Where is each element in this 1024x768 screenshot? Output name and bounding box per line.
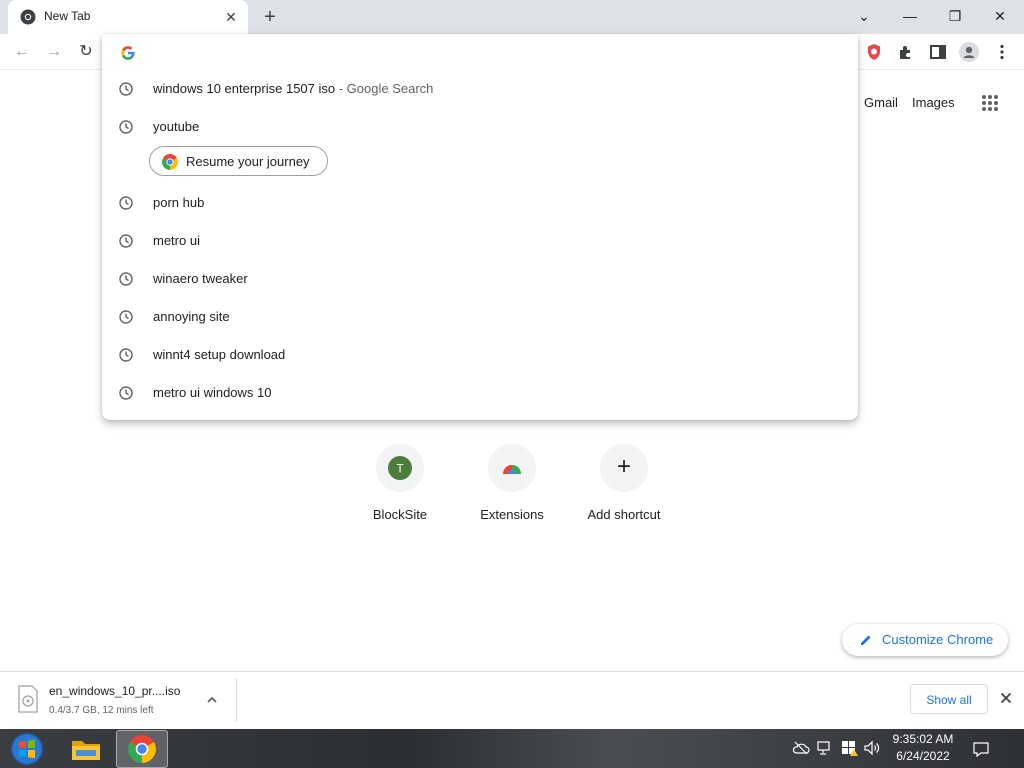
shortcut-label: Add shortcut — [587, 507, 661, 522]
more-menu-icon[interactable] — [992, 42, 1012, 62]
customize-chrome-button[interactable]: Customize Chrome — [842, 624, 1008, 656]
chrome-logo-icon — [20, 9, 36, 25]
tab-search-button[interactable]: ⌄ — [850, 4, 878, 28]
google-g-icon — [121, 46, 135, 60]
windows-start-icon[interactable] — [8, 731, 46, 767]
side-panel-icon[interactable] — [928, 42, 948, 62]
omnibox-suggestion[interactable]: metro ui — [102, 222, 858, 260]
shortcut-add[interactable]: + Add shortcut — [574, 444, 674, 534]
chrome-web-store-icon — [503, 465, 521, 474]
tab-strip: New Tab ✕ + ⌄ — ❐ ✕ — [0, 0, 1024, 34]
omnibox-suggestion[interactable]: winaero tweaker — [102, 260, 858, 298]
volume-icon[interactable] — [863, 739, 881, 757]
shortcut-tile: + — [600, 444, 648, 492]
history-clock-icon — [119, 234, 133, 248]
chrome-logo-icon — [162, 154, 178, 170]
minimize-button[interactable]: — — [896, 4, 924, 28]
close-icon[interactable] — [998, 690, 1014, 706]
download-filename: en_windows_10_pr....iso — [49, 684, 181, 698]
images-link[interactable]: Images — [912, 95, 955, 110]
window-close-button[interactable]: ✕ — [986, 4, 1014, 28]
suggestion-suffix: Google Search — [346, 81, 434, 96]
shield-icon[interactable] — [864, 42, 884, 62]
tab-new-tab[interactable]: New Tab ✕ — [8, 0, 248, 34]
resume-journey-label: Resume your journey — [186, 154, 310, 169]
download-status: 0.4/3.7 GB, 12 mins left — [49, 705, 154, 716]
shortcut-label: Extensions — [480, 507, 544, 522]
taskbar-chrome-button[interactable] — [116, 730, 168, 768]
suggestion-query: annoying site — [153, 309, 230, 324]
shortcut-tile: T — [376, 444, 424, 492]
omnibox-suggestion[interactable]: windows 10 enterprise 1507 iso - Google … — [102, 70, 858, 108]
suggestion-text: windows 10 enterprise 1507 iso - Google … — [153, 81, 433, 96]
history-clock-icon — [119, 120, 133, 134]
download-bar: en_windows_10_pr....iso 0.4/3.7 GB, 12 m… — [0, 671, 1024, 729]
download-divider — [236, 678, 237, 722]
apps-grid-icon[interactable] — [981, 94, 999, 112]
history-clock-icon — [119, 272, 133, 286]
download-item[interactable]: en_windows_10_pr....iso 0.4/3.7 GB, 12 m… — [8, 672, 228, 730]
windows-taskbar: 9:35:02 AM 6/24/2022 — [0, 729, 1024, 768]
blocksite-avatar-icon: T — [388, 456, 412, 480]
file-explorer-icon[interactable] — [64, 731, 108, 767]
customize-chrome-label: Customize Chrome — [882, 632, 994, 647]
history-clock-icon — [119, 386, 133, 400]
history-clock-icon — [119, 196, 133, 210]
tab-title: New Tab — [44, 9, 91, 23]
notifications-icon[interactable] — [972, 740, 990, 758]
suggestion-query: winnt4 setup download — [153, 347, 286, 362]
omnibox-suggestion[interactable]: annoying site — [102, 298, 858, 336]
suggestion-query: youtube — [153, 119, 200, 134]
taskbar-clock-time[interactable]: 9:35:02 AM — [884, 732, 962, 746]
history-clock-icon — [119, 82, 133, 96]
security-warning-icon[interactable] — [840, 739, 858, 757]
suggestion-query: windows 10 enterprise 1507 iso — [153, 81, 336, 96]
shortcut-extensions[interactable]: Extensions — [462, 444, 562, 534]
avatar-initial: T — [396, 462, 404, 476]
taskbar-clock-date[interactable]: 6/24/2022 — [884, 749, 962, 763]
profile-avatar-icon[interactable] — [959, 42, 979, 62]
pencil-icon — [861, 635, 871, 645]
shortcut-tile — [488, 444, 536, 492]
omnibox-dropdown: windows 10 enterprise 1507 iso - Google … — [102, 34, 858, 420]
show-all-button[interactable]: Show all — [910, 684, 988, 714]
disc-file-icon — [18, 685, 38, 713]
show-all-label: Show all — [926, 693, 972, 707]
back-button[interactable]: ← — [12, 42, 32, 62]
suggestion-query: metro ui — [153, 233, 200, 248]
omnibox-suggestion[interactable]: metro ui windows 10 — [102, 374, 858, 412]
resume-journey-chip[interactable]: Resume your journey — [149, 146, 328, 176]
tab-close-button[interactable]: ✕ — [222, 8, 240, 26]
network-icon[interactable] — [816, 739, 834, 757]
extensions-puzzle-icon[interactable] — [896, 42, 916, 62]
suggestion-query: porn hub — [153, 195, 205, 210]
cloud-offline-icon[interactable] — [792, 739, 810, 757]
shortcut-blocksite[interactable]: T BlockSite — [350, 444, 450, 534]
reload-button[interactable]: ↻ — [76, 42, 96, 62]
forward-button[interactable]: → — [44, 42, 64, 62]
history-clock-icon — [119, 310, 133, 324]
omnibox-suggestion[interactable]: winnt4 setup download — [102, 336, 858, 374]
chrome-logo-icon — [128, 735, 156, 763]
suggestion-query: winaero tweaker — [153, 271, 248, 286]
gmail-link[interactable]: Gmail — [864, 95, 898, 110]
new-tab-button[interactable]: + — [260, 6, 280, 28]
omnibox-suggestion[interactable]: youtube — [102, 108, 858, 146]
chevron-up-icon[interactable] — [204, 692, 220, 708]
shortcut-label: BlockSite — [372, 507, 428, 522]
omnibox-suggestion[interactable]: porn hub — [102, 184, 858, 222]
restore-button[interactable]: ❐ — [941, 4, 969, 28]
suggestion-query: metro ui windows 10 — [153, 385, 272, 400]
history-clock-icon — [119, 348, 133, 362]
plus-icon: + — [616, 453, 631, 480]
suggestion-separator: - — [335, 81, 347, 96]
